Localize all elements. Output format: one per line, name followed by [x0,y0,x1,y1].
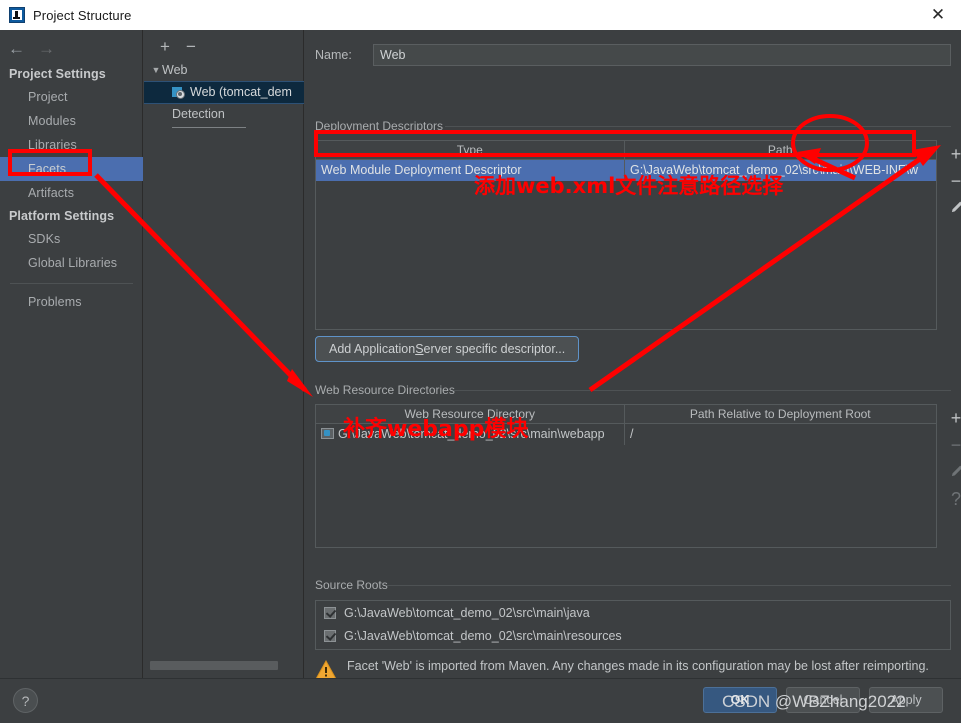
tree-node-detection[interactable]: Detection [144,104,304,125]
dialog-footer: ? OK Cancel Apply [0,678,961,723]
column-header-type[interactable]: Type [316,141,624,159]
table-header: Web Resource Directory Path Relative to … [316,405,936,424]
back-icon[interactable]: ← [8,40,38,57]
group-divider [387,585,951,586]
column-header-path[interactable]: Path [623,141,937,159]
title-bar: Project Structure ✕ [0,0,961,31]
deployment-descriptors-toolbar: + − [941,140,961,221]
tree-node-web-facet[interactable]: Web (tomcat_dem [144,81,304,104]
scrollbar-thumb[interactable] [150,661,278,670]
intellij-idea-icon [9,7,25,23]
sidebar-item-global-libraries[interactable]: Global Libraries [0,251,143,275]
sidebar-divider [10,283,133,284]
add-facet-button[interactable]: + [152,35,178,57]
list-item[interactable]: G:\JavaWeb\tomcat_demo_02\src\main\resou… [316,624,950,647]
source-roots-label: Source Roots [315,578,388,592]
tree-node-label: Web (tomcat_dem [190,85,292,99]
cell-web-resource-directory: G:\JavaWeb\tomcat_demo_02\src\main\webap… [316,424,624,445]
ok-button[interactable]: OK [703,687,777,713]
sidebar-item-artifacts[interactable]: Artifacts [0,181,143,205]
table-header: Type Path [316,141,936,160]
sidebar-item-problems[interactable]: Problems [0,290,143,314]
edit-descriptor-icon[interactable] [941,194,961,221]
facet-warning: Facet 'Web' is imported from Maven. Any … [315,658,945,680]
button-label-mnemonic: S [415,342,424,356]
sidebar-group-project-settings: Project Settings [9,67,106,81]
folder-icon [321,428,334,439]
tree-node-label: Detection [172,107,225,121]
cell-path-relative: / [624,424,936,445]
cell-type: Web Module Deployment Descriptor [321,163,522,177]
web-resource-directories-label: Web Resource Directories [315,383,455,397]
warning-text: Facet 'Web' is imported from Maven. Any … [347,659,929,673]
source-roots-list: G:\JavaWeb\tomcat_demo_02\src\main\java … [315,600,951,650]
facets-tree: ▼ Web Web (tomcat_dem Detection [144,60,304,125]
sidebar-item-modules[interactable]: Modules [0,109,143,133]
edit-web-resource-icon[interactable] [941,458,961,485]
deployment-descriptors-table[interactable]: Type Path Web Module Deployment Descript… [315,140,937,330]
window-title: Project Structure [33,7,132,23]
group-divider [445,126,951,127]
chevron-down-icon[interactable]: ▼ [150,60,162,81]
sidebar-list: Project Settings Project Modules Librari… [0,63,143,314]
facets-tree-toolbar: + − [144,33,304,59]
tree-node-web-group[interactable]: ▼ Web [144,60,304,81]
close-icon[interactable]: ✕ [915,0,961,30]
nav-arrows: ← → [0,35,143,61]
name-label: Name: [315,48,352,62]
remove-facet-button[interactable]: − [178,35,204,57]
source-root-label: G:\JavaWeb\tomcat_demo_02\src\main\resou… [344,628,622,643]
web-facet-icon [172,86,186,100]
sidebar-item-libraries[interactable]: Libraries [0,133,143,157]
help-web-resource-icon[interactable]: ? [941,485,961,512]
tree-horizontal-scrollbar[interactable] [150,661,298,670]
checkbox-checked-icon[interactable] [324,606,336,619]
web-resource-directories-toolbar: + − ? [941,404,961,512]
apply-button[interactable]: Apply [869,687,943,713]
column-header-path-relative[interactable]: Path Relative to Deployment Root [623,405,937,423]
source-root-label: G:\JavaWeb\tomcat_demo_02\src\main\java [344,605,590,620]
button-label-prefix: Add Application [329,342,416,356]
group-divider [453,390,951,391]
checkbox-checked-icon[interactable] [324,629,336,642]
cell-text: G:\JavaWeb\tomcat_demo_02\src\main\webap… [338,427,605,441]
button-label-suffix: erver specific descriptor... [423,342,566,356]
add-web-resource-icon[interactable]: + [941,404,961,431]
remove-web-resource-icon[interactable]: − [941,431,961,458]
help-button[interactable]: ? [13,688,38,713]
sidebar-item-project[interactable]: Project [0,85,143,109]
add-application-server-descriptor-button[interactable]: Add Application Server specific descript… [315,336,580,362]
table-row[interactable]: Web Module Deployment Descriptor G:\Java… [316,160,936,181]
project-structure-dialog: Project Structure ✕ ← → Project Settings… [0,0,961,723]
add-descriptor-icon[interactable]: + [941,140,961,167]
list-item[interactable]: G:\JavaWeb\tomcat_demo_02\src\main\java [316,601,950,624]
deployment-descriptors-label: Deployment Descriptors [315,119,444,133]
dialog-body: ← → Project Settings Project Modules Lib… [0,30,961,680]
cell-path: G:\JavaWeb\tomcat_demo_02\src\main\WEB-I… [624,160,936,181]
sidebar-group-platform-settings: Platform Settings [9,209,115,223]
name-row: Name: [315,44,951,66]
name-input[interactable] [373,44,951,66]
sidebar-item-sdks[interactable]: SDKs [0,227,143,251]
facets-tree-panel: + − ▼ Web Web (tomcat_dem Detection [144,30,304,678]
settings-sidebar: ← → Project Settings Project Modules Lib… [0,30,143,678]
table-row[interactable]: G:\JavaWeb\tomcat_demo_02\src\main\webap… [316,424,936,445]
facet-detail-panel: Name: Deployment Descriptors Type Path W… [305,30,961,680]
sidebar-item-facets[interactable]: Facets [0,157,143,181]
web-resource-directories-table[interactable]: Web Resource Directory Path Relative to … [315,404,937,548]
cancel-button[interactable]: Cancel [786,687,860,713]
warning-triangle-icon [315,659,337,680]
remove-descriptor-icon[interactable]: − [941,167,961,194]
column-header-web-resource-directory[interactable]: Web Resource Directory [316,405,624,423]
forward-icon[interactable]: → [38,40,68,57]
tree-node-underline [172,127,246,128]
tree-node-label: Web [162,63,188,77]
